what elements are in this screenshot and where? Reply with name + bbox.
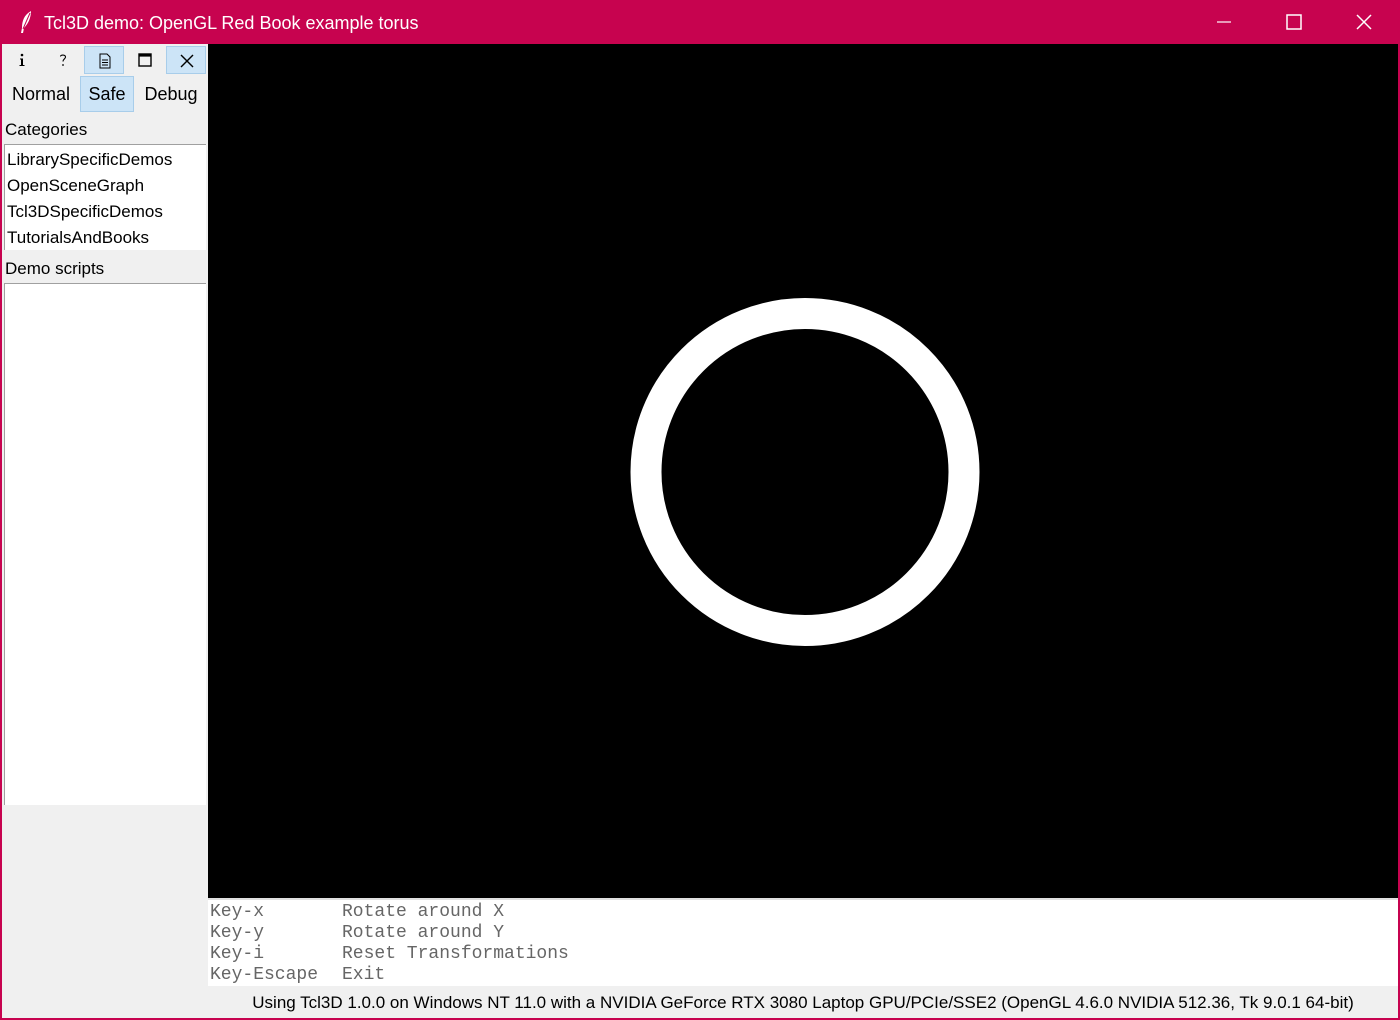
mode-debug-button[interactable]: Debug <box>136 76 206 112</box>
demo-scripts-label: Demo scripts <box>5 259 105 278</box>
category-item[interactable]: LibrarySpecificDemos <box>5 147 206 173</box>
key-name: Key-x <box>210 902 265 922</box>
minimize-button[interactable] <box>1189 0 1259 44</box>
mode-safe-button[interactable]: Safe <box>80 76 134 112</box>
help-icon <box>59 54 67 66</box>
key-action: Rotate around Y <box>342 923 505 943</box>
close-icon <box>180 54 194 68</box>
document-button[interactable] <box>84 46 124 74</box>
key-action: Rotate around X <box>342 902 505 922</box>
minimize-icon <box>1217 21 1231 23</box>
mode-normal-button[interactable]: Normal <box>4 76 78 112</box>
key-bindings-panel: Key-x Rotate around X Key-y Rotate around … <box>208 898 1398 986</box>
title-bar[interactable]: Tcl3D demo: OpenGL Red Book example toru… <box>2 0 1398 44</box>
close-demo-button[interactable] <box>166 46 206 74</box>
key-name: Key-Escape <box>210 965 319 985</box>
categories-label: Categories <box>5 120 88 139</box>
opengl-canvas[interactable] <box>208 44 1398 898</box>
maximize-icon <box>1286 14 1302 30</box>
torus-render <box>630 298 980 646</box>
close-icon <box>1356 14 1372 30</box>
key-binding-row: Key-x Rotate around X <box>210 902 1398 923</box>
app-window: Tcl3D demo: OpenGL Red Book example toru… <box>0 0 1400 1020</box>
status-bar: Using Tcl3D 1.0.0 on Windows NT 11.0 wit… <box>208 986 1398 1018</box>
key-binding-row: Key-i Reset Transformations <box>210 944 1398 965</box>
category-item[interactable]: Tcl3DSpecificDemos <box>5 199 206 225</box>
key-binding-row: Key-y Rotate around Y <box>210 923 1398 944</box>
info-button[interactable] <box>2 46 42 74</box>
sidebar: Normal Safe Debug Categories LibrarySpec… <box>2 44 208 1018</box>
torus-shape <box>630 298 980 646</box>
window-close-button[interactable] <box>1329 0 1399 44</box>
feather-icon <box>18 10 34 34</box>
window-icon <box>138 53 152 67</box>
maximize-button[interactable] <box>1259 0 1329 44</box>
demo-scripts-list[interactable] <box>4 283 206 805</box>
window-button[interactable] <box>125 46 165 74</box>
key-action: Exit <box>342 965 386 985</box>
key-action: Reset Transformations <box>342 944 569 964</box>
key-name: Key-y <box>210 923 265 943</box>
info-icon <box>19 53 25 66</box>
category-item[interactable]: OpenSceneGraph <box>5 173 206 199</box>
document-icon <box>99 53 111 69</box>
categories-list[interactable]: LibrarySpecificDemos OpenSceneGraph Tcl3… <box>4 144 206 250</box>
window-title: Tcl3D demo: OpenGL Red Book example toru… <box>44 13 419 33</box>
category-item[interactable]: TutorialsAndBooks <box>5 225 206 251</box>
help-button[interactable] <box>43 46 83 74</box>
key-name: Key-i <box>210 944 265 964</box>
key-binding-row: Key-Escape Exit <box>210 965 1398 986</box>
